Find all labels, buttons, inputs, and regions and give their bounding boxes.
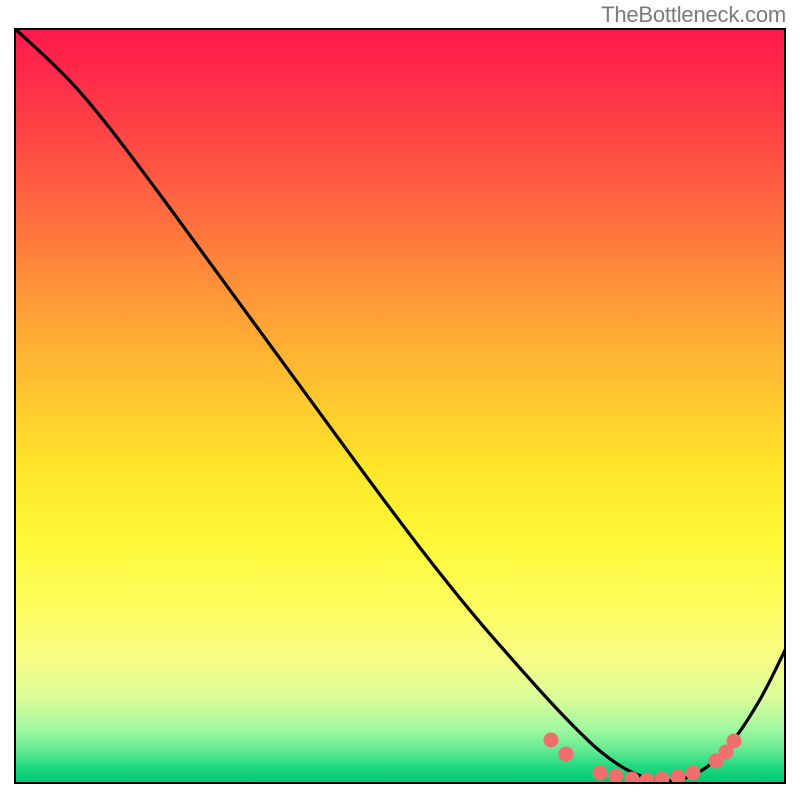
curve-layer [14,28,786,784]
dot [593,766,608,781]
dot [671,770,686,785]
watermark-text: TheBottleneck.com [601,2,786,28]
chart-container: TheBottleneck.com [0,0,800,800]
bottleneck-curve [14,28,786,781]
dot [609,769,624,784]
dot [544,733,559,748]
dot [727,734,742,749]
dot [640,773,655,785]
dot [686,766,701,781]
marker-dots [544,733,742,785]
dot [655,772,670,785]
plot-area [14,28,786,784]
dot [559,747,574,762]
